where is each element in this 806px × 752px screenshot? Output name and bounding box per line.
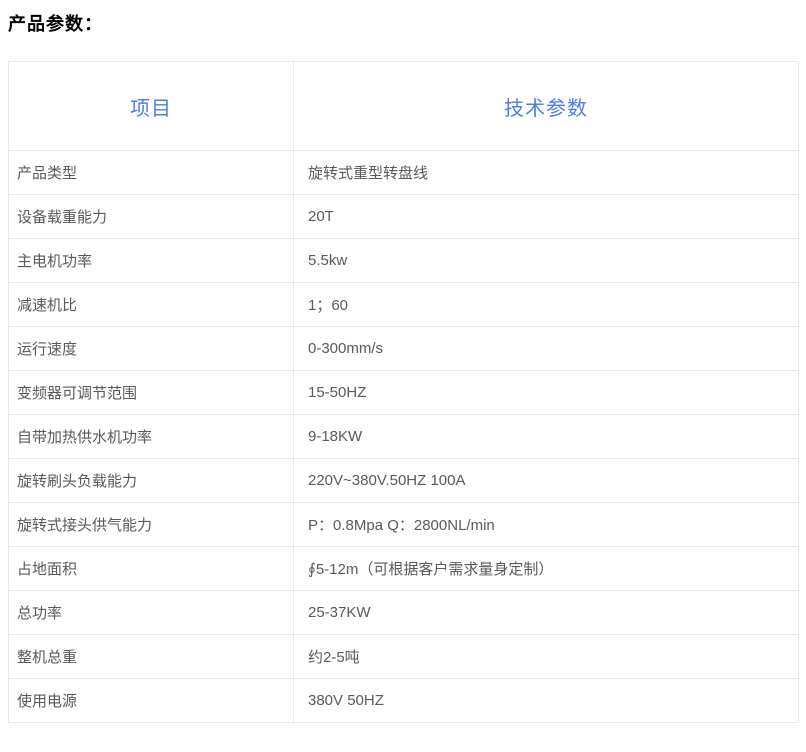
header-item: 项目 xyxy=(9,62,294,151)
item-cell: 运行速度 xyxy=(9,327,294,371)
item-cell: 整机总重 xyxy=(9,635,294,679)
value-cell: 5.5kw xyxy=(294,239,799,283)
table-row: 运行速度0-300mm/s xyxy=(9,327,799,371)
table-row: 设备载重能力20T xyxy=(9,195,799,239)
table-row: 减速机比1；60 xyxy=(9,283,799,327)
item-cell: 总功率 xyxy=(9,591,294,635)
table-row: 自带加热供水机功率9-18KW xyxy=(9,415,799,459)
spec-table: 项目 技术参数 产品类型旋转式重型转盘线设备载重能力20T主电机功率5.5kw减… xyxy=(8,61,799,723)
table-row: 占地面积∮5-12m（可根据客户需求量身定制） xyxy=(9,547,799,591)
table-row: 旋转式接头供气能力P：0.8Mpa Q：2800NL/min xyxy=(9,503,799,547)
value-cell: 20T xyxy=(294,195,799,239)
table-row: 主电机功率5.5kw xyxy=(9,239,799,283)
item-cell: 设备载重能力 xyxy=(9,195,294,239)
value-cell: 25-37KW xyxy=(294,591,799,635)
table-row: 使用电源380V 50HZ xyxy=(9,679,799,723)
item-cell: 使用电源 xyxy=(9,679,294,723)
value-cell: 380V 50HZ xyxy=(294,679,799,723)
spec-table-body: 产品类型旋转式重型转盘线设备载重能力20T主电机功率5.5kw减速机比1；60运… xyxy=(9,151,799,723)
value-cell: 0-300mm/s xyxy=(294,327,799,371)
value-cell: 约2-5吨 xyxy=(294,635,799,679)
page-title: 产品参数： xyxy=(8,12,798,36)
item-cell: 产品类型 xyxy=(9,151,294,195)
header-tech-params: 技术参数 xyxy=(294,62,799,151)
item-cell: 旋转刷头负载能力 xyxy=(9,459,294,503)
item-cell: 减速机比 xyxy=(9,283,294,327)
value-cell: 1；60 xyxy=(294,283,799,327)
table-row: 产品类型旋转式重型转盘线 xyxy=(9,151,799,195)
table-row: 总功率25-37KW xyxy=(9,591,799,635)
value-cell: ∮5-12m（可根据客户需求量身定制） xyxy=(294,547,799,591)
value-cell: 旋转式重型转盘线 xyxy=(294,151,799,195)
spec-table-header: 项目 技术参数 xyxy=(9,62,799,151)
header-row: 项目 技术参数 xyxy=(9,62,799,151)
item-cell: 主电机功率 xyxy=(9,239,294,283)
value-cell: 9-18KW xyxy=(294,415,799,459)
value-cell: 220V~380V.50HZ 100A xyxy=(294,459,799,503)
item-cell: 占地面积 xyxy=(9,547,294,591)
table-row: 旋转刷头负载能力220V~380V.50HZ 100A xyxy=(9,459,799,503)
item-cell: 自带加热供水机功率 xyxy=(9,415,294,459)
table-row: 变频器可调节范围15-50HZ xyxy=(9,371,799,415)
value-cell: P：0.8Mpa Q：2800NL/min xyxy=(294,503,799,547)
value-cell: 15-50HZ xyxy=(294,371,799,415)
product-parameters-page: 产品参数： 项目 技术参数 产品类型旋转式重型转盘线设备载重能力20T主电机功率… xyxy=(0,0,806,752)
table-row: 整机总重约2-5吨 xyxy=(9,635,799,679)
item-cell: 变频器可调节范围 xyxy=(9,371,294,415)
item-cell: 旋转式接头供气能力 xyxy=(9,503,294,547)
